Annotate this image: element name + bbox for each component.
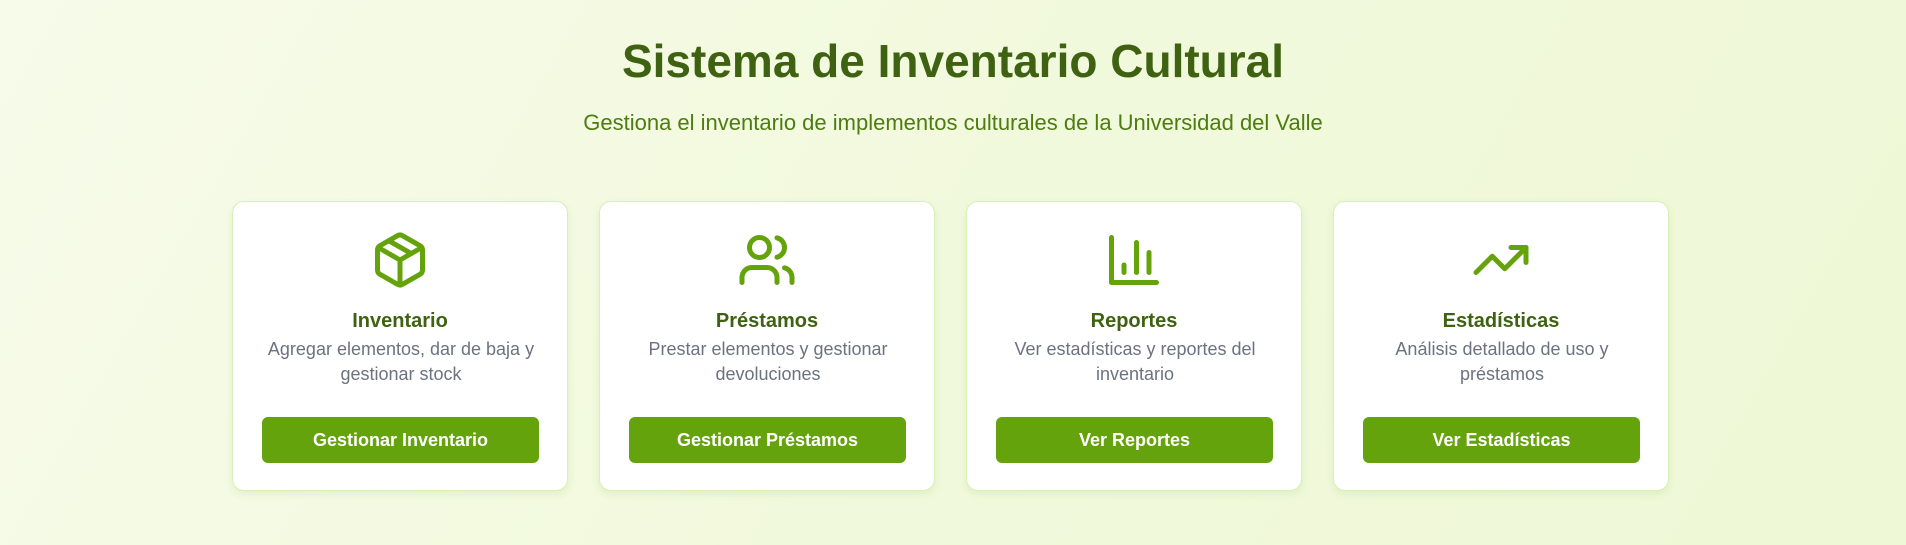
card-description: Análisis detallado de uso y préstamos: [1395, 339, 1609, 384]
trending-up-icon: [1471, 230, 1531, 290]
card-reportes: Reportes Ver estadísticas y reportes del…: [966, 201, 1302, 491]
package-icon: [370, 230, 430, 290]
ver-estadisticas-button[interactable]: Ver Estadísticas: [1363, 417, 1640, 463]
card-estadisticas: Estadísticas Análisis detallado de uso y…: [1333, 201, 1669, 491]
card-description: Agregar elementos, dar de baja y gestion…: [267, 339, 535, 384]
card-title: Estadísticas: [1442, 310, 1560, 332]
card-description: Ver estadísticas y reportes del inventar…: [1014, 339, 1256, 384]
users-icon: [737, 230, 797, 290]
card-prestamos: Préstamos Prestar elementos y gestionar …: [599, 201, 935, 491]
gestionar-inventario-button[interactable]: Gestionar Inventario: [262, 417, 539, 463]
page-title: Sistema de Inventario Cultural: [621, 35, 1285, 87]
card-description: Prestar elementos y gestionar devolucion…: [648, 339, 888, 384]
bar-chart-icon: [1104, 230, 1164, 290]
gestionar-prestamos-button[interactable]: Gestionar Préstamos: [629, 417, 906, 463]
card-title: Inventario: [352, 310, 448, 332]
module-cards: Inventario Agregar elementos, dar de baj…: [232, 201, 1669, 491]
card-title: Reportes: [1090, 310, 1178, 332]
page-header: Sistema de Inventario Cultural Gestiona …: [0, 28, 1906, 138]
card-inventario: Inventario Agregar elementos, dar de baj…: [232, 201, 568, 491]
ver-reportes-button[interactable]: Ver Reportes: [996, 417, 1273, 463]
card-title: Préstamos: [715, 310, 819, 332]
page-subtitle: Gestiona el inventario de implementos cu…: [583, 110, 1323, 135]
